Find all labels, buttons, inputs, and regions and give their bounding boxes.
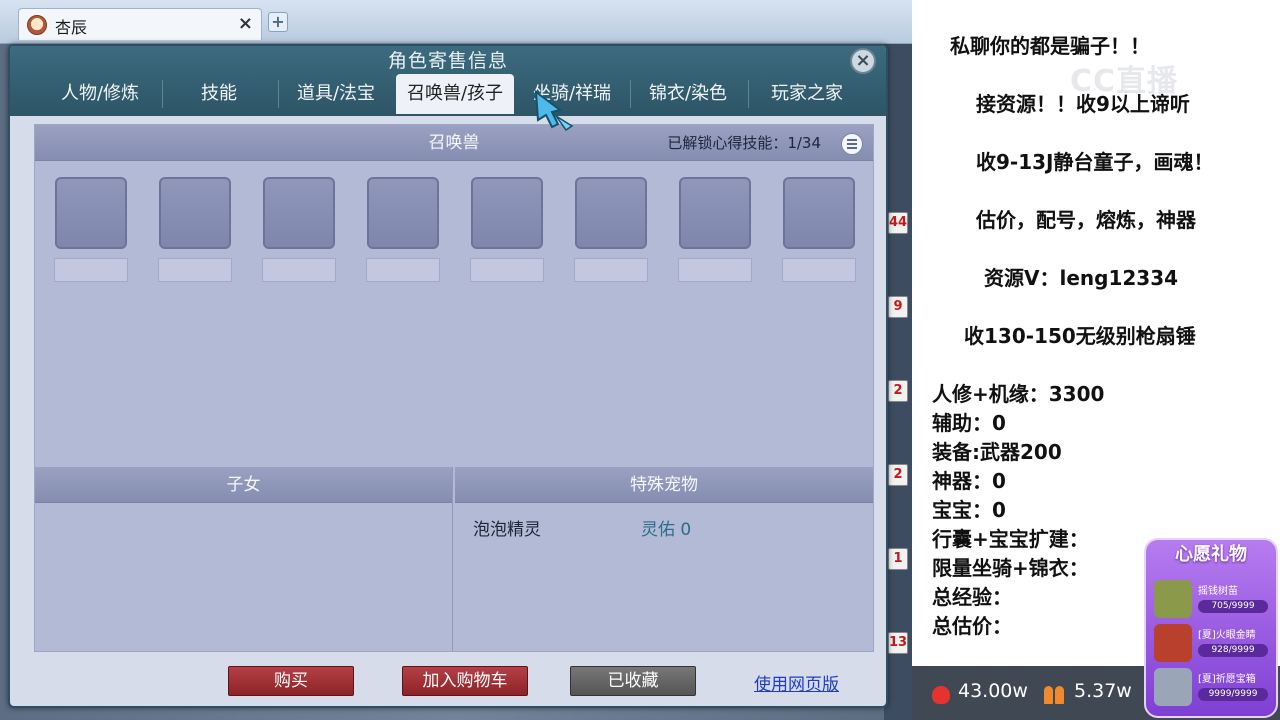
summon-slot[interactable] bbox=[679, 177, 751, 249]
list-menu-icon[interactable] bbox=[841, 133, 863, 155]
wish-gift-title: 心愿礼物 bbox=[1175, 544, 1247, 565]
summon-slot[interactable] bbox=[159, 177, 231, 249]
game-cursor-icon bbox=[534, 89, 574, 132]
children-panel: 子女 bbox=[35, 467, 453, 651]
children-panel-title: 子女 bbox=[35, 467, 452, 503]
special-pets-panel: 特殊宠物 泡泡精灵 灵佑 0 bbox=[455, 467, 873, 651]
game-window: 杏辰 × + 44 9 2 2 1 13 角色寄售信息 × 人物/修炼 技能 道… bbox=[0, 0, 912, 720]
unlocked-skills-label: 已解锁心得技能：1/34 bbox=[667, 134, 821, 152]
stat-line: 人修+机缘：3300 bbox=[932, 382, 1105, 406]
gift-name: 摇钱树苗 bbox=[1198, 586, 1238, 597]
fans-icon bbox=[1044, 686, 1066, 704]
browser-tab[interactable]: 杏辰 × bbox=[18, 8, 262, 40]
side-marker[interactable]: 13 bbox=[888, 632, 908, 654]
stat-line: 总经验： bbox=[932, 585, 1012, 609]
stream-info-sidebar: CC直播 私聊你的都是骗子！！ 接资源！！收9以上谛听 收9-13J静台童子，画… bbox=[912, 0, 1280, 720]
side-marker[interactable]: 9 bbox=[888, 296, 908, 318]
summon-slot-name bbox=[782, 258, 856, 282]
summon-slot-name bbox=[678, 258, 752, 282]
special-pet-value: 灵佑 0 bbox=[641, 520, 692, 540]
browser-tab-title: 杏辰 bbox=[55, 18, 88, 37]
gift-name: [夏]祈愿宝箱 bbox=[1198, 674, 1256, 685]
gift-count: 705/9999 bbox=[1211, 601, 1255, 611]
tab-divider bbox=[278, 80, 279, 108]
dialog-header: 角色寄售信息 × 人物/修炼 技能 道具/法宝 召唤兽/孩子 坐骑/祥瑞 锦衣/… bbox=[10, 46, 886, 116]
wish-gift-item[interactable]: [夏]祈愿宝箱 9999/9999 bbox=[1154, 668, 1270, 708]
stat-line: 神器：0 bbox=[932, 469, 1006, 493]
flame-icon bbox=[932, 686, 950, 704]
summon-slot[interactable] bbox=[263, 177, 335, 249]
wish-gift-widget[interactable]: 心愿礼物 摇钱树苗 705/9999 [夏]火眼金睛 928/9999 [夏]祈… bbox=[1144, 538, 1278, 718]
dialog-close-button[interactable]: × bbox=[850, 48, 876, 74]
tab-skills[interactable]: 技能 bbox=[164, 74, 274, 114]
wish-gift-item[interactable]: [夏]火眼金睛 928/9999 bbox=[1154, 624, 1270, 664]
notice-line: 接资源！！收9以上谛听 bbox=[976, 92, 1190, 116]
summon-slot-name bbox=[470, 258, 544, 282]
summon-slot[interactable] bbox=[783, 177, 855, 249]
role-consignment-dialog: 角色寄售信息 × 人物/修炼 技能 道具/法宝 召唤兽/孩子 坐骑/祥瑞 锦衣/… bbox=[8, 44, 888, 708]
web-version-link[interactable]: 使用网页版 bbox=[754, 670, 839, 695]
game-avatar-icon bbox=[27, 15, 47, 35]
notice-line: 私聊你的都是骗子！！ bbox=[950, 34, 1150, 58]
side-marker[interactable]: 2 bbox=[888, 464, 908, 486]
heat-value: 43.00w bbox=[958, 680, 1028, 702]
fans-value: 5.37w bbox=[1074, 680, 1132, 702]
add-to-cart-button[interactable]: 加入购物车 bbox=[402, 666, 528, 696]
tab-player-home[interactable]: 玩家之家 bbox=[750, 74, 864, 114]
special-pet-name: 泡泡精灵 bbox=[473, 520, 541, 540]
wish-gift-item[interactable]: 摇钱树苗 705/9999 bbox=[1154, 580, 1270, 620]
buy-button[interactable]: 购买 bbox=[228, 666, 354, 696]
stat-line: 总估价： bbox=[932, 614, 1012, 638]
dialog-title: 角色寄售信息 bbox=[387, 50, 508, 72]
stat-line: 限量坐骑+锦衣： bbox=[932, 556, 1089, 580]
money-tree-icon bbox=[1154, 580, 1192, 618]
notice-line: 估价，配号，熔炼，神器 bbox=[976, 208, 1196, 232]
summon-slot[interactable] bbox=[367, 177, 439, 249]
summon-slot-name bbox=[158, 258, 232, 282]
tab-divider bbox=[630, 80, 631, 108]
special-pets-title: 特殊宠物 bbox=[455, 467, 873, 503]
summon-slot-name bbox=[262, 258, 336, 282]
summon-slot[interactable] bbox=[55, 177, 127, 249]
tab-outfits-dye[interactable]: 锦衣/染色 bbox=[632, 74, 744, 114]
notice-line: 收130-150无级别枪扇锤 bbox=[964, 324, 1196, 348]
summon-slot-name bbox=[54, 258, 128, 282]
tab-character-cultivation[interactable]: 人物/修炼 bbox=[40, 74, 160, 114]
side-marker[interactable]: 1 bbox=[888, 548, 908, 570]
stat-line: 辅助：0 bbox=[932, 411, 1006, 435]
gift-count: 9999/9999 bbox=[1208, 689, 1258, 699]
gift-count: 928/9999 bbox=[1211, 645, 1255, 655]
summon-slot[interactable] bbox=[471, 177, 543, 249]
browser-tab-bar: 杏辰 × + bbox=[0, 0, 912, 44]
tab-summons-children[interactable]: 召唤兽/孩子 bbox=[396, 74, 514, 114]
dialog-body: 召唤兽 已解锁心得技能：1/34 子女 特殊宠物 泡泡精灵 灵佑 0 bbox=[34, 124, 874, 652]
stat-line: 行囊+宝宝扩建： bbox=[932, 527, 1089, 551]
notice-line: 资源V：leng12334 bbox=[984, 266, 1179, 290]
side-marker[interactable]: 2 bbox=[888, 380, 908, 402]
tab-divider bbox=[162, 80, 163, 108]
stat-line: 宝宝：0 bbox=[932, 498, 1006, 522]
summon-section-header: 召唤兽 已解锁心得技能：1/34 bbox=[35, 125, 873, 161]
summon-slot-name bbox=[366, 258, 440, 282]
side-marker[interactable]: 44 bbox=[888, 212, 908, 234]
tab-items-treasures[interactable]: 道具/法宝 bbox=[280, 74, 392, 114]
treasure-chest-icon bbox=[1154, 668, 1192, 706]
fire-eye-icon bbox=[1154, 624, 1192, 662]
favorited-button[interactable]: 已收藏 bbox=[570, 666, 696, 696]
tab-close-icon[interactable]: × bbox=[238, 13, 253, 34]
notice-line: 收9-13J静台童子，画魂！ bbox=[976, 150, 1214, 174]
gift-name: [夏]火眼金睛 bbox=[1198, 630, 1256, 641]
stat-line: 装备:武器200 bbox=[932, 440, 1062, 464]
new-tab-button[interactable]: + bbox=[268, 12, 288, 32]
summon-slot-name bbox=[574, 258, 648, 282]
summon-slot[interactable] bbox=[575, 177, 647, 249]
tab-divider bbox=[748, 80, 749, 108]
